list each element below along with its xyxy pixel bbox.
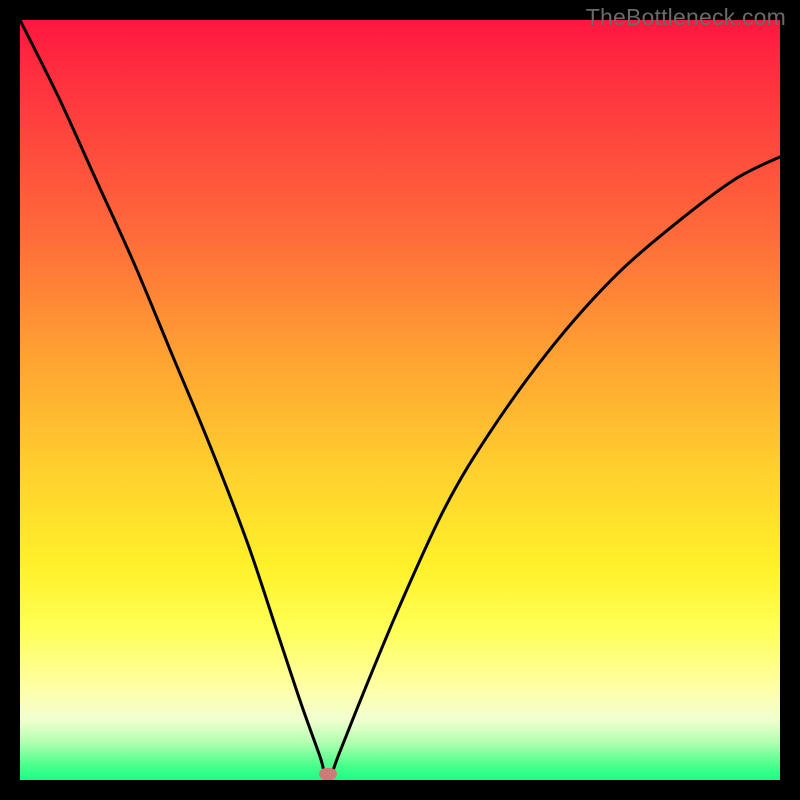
bottleneck-curve [20, 20, 780, 780]
plot-area [20, 20, 780, 780]
minimum-marker [319, 768, 337, 780]
curve-svg [20, 20, 780, 780]
watermark-text: TheBottleneck.com [586, 4, 786, 31]
chart-frame: TheBottleneck.com [0, 0, 800, 800]
